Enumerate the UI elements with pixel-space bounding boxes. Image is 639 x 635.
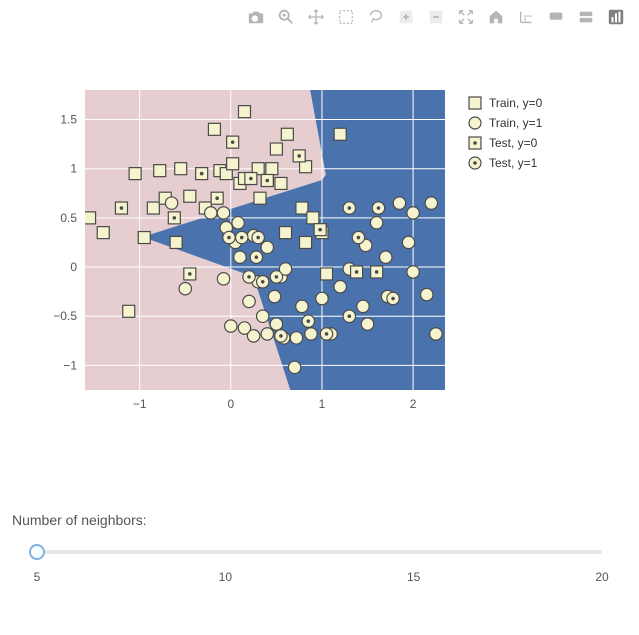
slider-tick-label: 10 xyxy=(219,570,232,584)
svg-text:−0.5: −0.5 xyxy=(53,309,77,323)
svg-text:0: 0 xyxy=(227,397,234,411)
legend-item[interactable]: Train, y=0 xyxy=(469,96,543,110)
neighbors-slider: Number of neighbors: 5101520 xyxy=(12,512,627,564)
legend-label: Train, y=1 xyxy=(489,116,543,130)
lasso-select-icon[interactable] xyxy=(363,4,389,30)
y-axis: −1 −0.5 0 0.5 1 1.5 xyxy=(53,113,77,373)
autoscale-icon[interactable] xyxy=(453,4,479,30)
svg-text:1: 1 xyxy=(319,397,326,411)
spike-lines-icon[interactable] xyxy=(513,4,539,30)
reset-axes-icon[interactable] xyxy=(483,4,509,30)
zoom-in-icon[interactable] xyxy=(393,4,419,30)
legend-label: Train, y=0 xyxy=(489,96,543,110)
legend-label: Test, y=0 xyxy=(489,136,538,150)
zoom-out-icon[interactable] xyxy=(423,4,449,30)
svg-text:0.5: 0.5 xyxy=(60,211,77,225)
svg-text:1: 1 xyxy=(70,162,77,176)
svg-text:1.5: 1.5 xyxy=(60,113,77,127)
slider-label: Number of neighbors: xyxy=(12,512,627,528)
slider-track[interactable]: 5101520 xyxy=(12,540,627,564)
scatter-chart: −1012 −1−0.500.511.5 Train, y=0Train, y=… xyxy=(45,80,625,455)
plot-toolbar xyxy=(243,4,629,30)
chart-svg: −1012 −1−0.500.511.5 Train, y=0Train, y=… xyxy=(45,80,625,450)
slider-tick-label: 20 xyxy=(595,570,608,584)
box-select-icon[interactable] xyxy=(333,4,359,30)
closest-hover-icon[interactable] xyxy=(543,4,569,30)
legend-item[interactable]: Test, y=1 xyxy=(469,156,538,170)
slider-ticks: 5101520 xyxy=(37,570,602,586)
svg-text:0: 0 xyxy=(70,260,77,274)
svg-text:−1: −1 xyxy=(63,358,77,372)
legend-label: Test, y=1 xyxy=(489,156,538,170)
slider-thumb[interactable] xyxy=(29,544,45,560)
slider-tick-label: 5 xyxy=(34,570,41,584)
svg-text:2: 2 xyxy=(410,397,417,411)
pan-icon[interactable] xyxy=(303,4,329,30)
legend-item[interactable]: Test, y=0 xyxy=(469,136,538,150)
svg-text:−1: −1 xyxy=(133,397,147,411)
slider-rail xyxy=(37,550,602,554)
zoom-icon[interactable] xyxy=(273,4,299,30)
compare-hover-icon[interactable] xyxy=(573,4,599,30)
legend-item[interactable]: Train, y=1 xyxy=(469,116,543,130)
plotly-logo-icon[interactable] xyxy=(603,4,629,30)
camera-icon[interactable] xyxy=(243,4,269,30)
slider-tick-label: 15 xyxy=(407,570,420,584)
x-axis: −1 0 1 2 xyxy=(133,397,417,411)
legend: Train, y=0 Train, y=1 Test, y=0 Test, y=1 xyxy=(469,96,543,170)
